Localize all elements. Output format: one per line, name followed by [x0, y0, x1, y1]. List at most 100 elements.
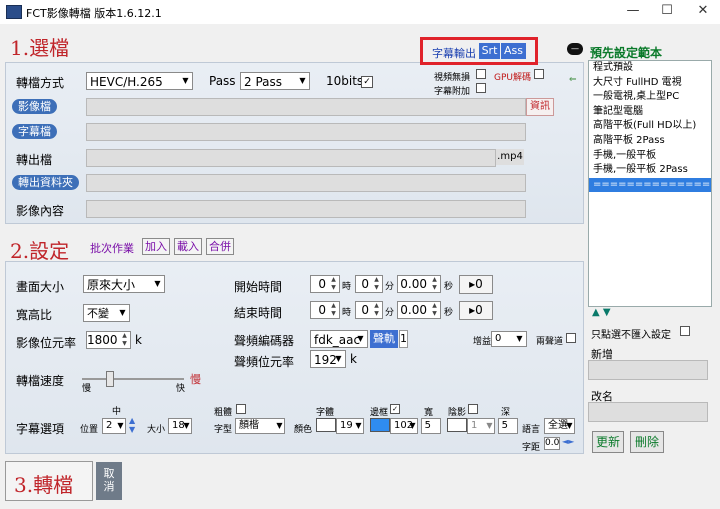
merge-button[interactable]: 合併 — [206, 238, 234, 255]
spacing-arrows-icon[interactable]: ◄► — [562, 437, 574, 446]
bits-checkbox[interactable]: ✓ — [361, 76, 373, 88]
only-not-import-checkbox[interactable] — [680, 326, 690, 336]
gain-select[interactable]: 0 ▼ — [491, 331, 527, 347]
chevron-down-icon: ▼ — [355, 421, 362, 430]
start-second[interactable]: 0.00 ▲ ▼ — [397, 275, 441, 293]
minimize-button[interactable]: — — [618, 3, 648, 21]
depth-spinner[interactable]: 5 — [498, 418, 518, 434]
end-reset-button[interactable]: ▸0 — [459, 301, 493, 320]
update-preset-button[interactable]: 更新 — [592, 431, 624, 453]
audio-codec-select[interactable]: fdk_aac ▼ — [310, 330, 368, 348]
preset-item[interactable]: 手機,一般平板 — [589, 149, 711, 164]
start-hour[interactable]: 0 ▲ ▼ — [310, 275, 340, 293]
subtitle-file-button[interactable]: 字幕檔 — [12, 124, 57, 139]
spinner-arrows-icon[interactable]: ▲ ▼ — [371, 302, 382, 318]
rename-preset-input[interactable] — [588, 402, 708, 422]
section2-title: 2.設定 — [10, 239, 70, 263]
end-minute[interactable]: 0 ▲ ▼ — [355, 301, 383, 319]
gpu-checkbox[interactable] — [534, 69, 544, 79]
color2-swatch[interactable] — [370, 418, 390, 432]
info-button[interactable]: 資訊 — [526, 98, 554, 116]
chevron-down-icon: ▼ — [182, 76, 189, 85]
presets-list[interactable]: 程式預設 大尺寸 FullHD 電視 一般電視,桌上型PC 筆記型電腦 高階平板… — [588, 60, 712, 307]
speed-fast: 快 — [176, 384, 186, 394]
format-select[interactable]: HEVC/H.265 ▼ — [86, 72, 193, 90]
video-lossless-checkbox[interactable] — [476, 69, 486, 79]
spinner-arrows-icon[interactable]: ▲ ▼ — [119, 332, 130, 348]
preset-item[interactable]: 高階平板(Full HD以上) — [589, 119, 711, 134]
width-spinner[interactable]: 5 — [421, 418, 441, 434]
start-minute[interactable]: 0 ▲ ▼ — [355, 275, 383, 293]
position-arrows-icon[interactable]: ▲ ▼ — [129, 416, 135, 434]
output-folder-button[interactable]: 轉出資料夾 — [12, 175, 79, 190]
preset-item[interactable]: 手機,一般平板 2Pass — [589, 163, 711, 178]
font-select[interactable]: 顏楷 ▼ — [235, 418, 285, 434]
spinner-arrows-icon[interactable]: ▲ ▼ — [429, 302, 440, 318]
pass-select[interactable]: 2 Pass ▼ — [240, 72, 310, 90]
color1-select[interactable]: 19 ▼ — [336, 418, 364, 434]
chat-icon: — — [567, 43, 583, 55]
spinner-arrows-icon[interactable]: ▲ ▼ — [328, 276, 339, 292]
color2-select[interactable]: 102 ▼ — [390, 418, 418, 434]
shadow-select[interactable]: 1 ▼ — [467, 418, 495, 434]
start-reset-button[interactable]: ▸0 — [459, 275, 493, 294]
preset-item[interactable]: 筆記型電腦 — [589, 105, 711, 120]
chevron-down-icon: ▼ — [516, 334, 523, 343]
ass-button[interactable]: Ass — [501, 43, 526, 59]
maximize-button[interactable]: ☐ — [652, 3, 682, 21]
spinner-arrows-icon[interactable]: ▲ ▼ — [328, 302, 339, 318]
audio-bitrate-label: 聲頻位元率 — [234, 355, 295, 369]
convert-button[interactable]: 3.轉檔 — [5, 461, 93, 501]
size-select[interactable]: 原來大小 ▼ — [83, 275, 165, 293]
spacing-spinner[interactable]: 0.0 — [544, 437, 560, 450]
chevron-down-icon: ▼ — [335, 354, 342, 363]
cancel-button[interactable]: 取消 — [96, 462, 122, 500]
shadow-checkbox[interactable] — [468, 404, 478, 414]
mid-label: 中 — [112, 407, 122, 417]
stereo-checkbox[interactable] — [566, 333, 576, 343]
position-select[interactable]: 2 ▼ — [102, 418, 126, 434]
chevron-down-icon: ▼ — [276, 421, 283, 430]
move-arrows-icon[interactable]: ▲ ▼ — [592, 307, 611, 318]
swap-arrows-icon[interactable]: ⇐ — [569, 75, 577, 85]
srt-button[interactable]: Srt — [479, 43, 500, 59]
end-second[interactable]: 0.00 ▲ ▼ — [397, 301, 441, 319]
video-file-button[interactable]: 影像檔 — [12, 99, 57, 114]
output-file-input[interactable] — [86, 149, 496, 167]
size-label: 畫面大小 — [16, 280, 65, 294]
shadow-swatch[interactable] — [447, 418, 467, 432]
load-button[interactable]: 載入 — [174, 238, 202, 255]
subtitle-file-input[interactable] — [86, 123, 526, 141]
preset-item[interactable]: 大尺寸 FullHD 電視 — [589, 76, 711, 91]
end-hour[interactable]: 0 ▲ ▼ — [310, 301, 340, 319]
border-checkbox[interactable]: ✓ — [390, 404, 400, 414]
video-file-input[interactable] — [86, 98, 526, 116]
add-button[interactable]: 加入 — [142, 238, 170, 255]
subtitle-output-label: 字幕輸出 — [432, 47, 476, 60]
aspect-select[interactable]: 不變 ▼ — [83, 304, 130, 322]
lang-select[interactable]: 全選 ▼ — [544, 418, 575, 434]
add-preset-input[interactable] — [588, 360, 708, 380]
preset-item-selected[interactable]: ============== — [589, 177, 711, 193]
color1-swatch[interactable] — [316, 418, 336, 432]
speed-slider-thumb[interactable] — [106, 371, 114, 387]
output-folder-input[interactable] — [86, 174, 526, 192]
position-label: 位置 — [80, 425, 99, 435]
size2-label: 大小 — [147, 425, 166, 435]
close-button[interactable]: ✕ — [688, 3, 718, 21]
size2-select[interactable]: 18 ▼ — [168, 418, 192, 434]
audio-bitrate-select[interactable]: 192 ▼ — [310, 350, 346, 368]
bitrate-unit: k — [135, 333, 142, 347]
bitrate-spinner[interactable]: 1800 ▲ ▼ — [86, 331, 131, 349]
channel-button[interactable]: 聲軌 — [370, 330, 398, 348]
spinner-arrows-icon[interactable]: ▲ ▼ — [371, 276, 382, 292]
preset-item[interactable]: 一般電視,桌上型PC — [589, 90, 711, 105]
delete-preset-button[interactable]: 刪除 — [630, 431, 664, 453]
aspect-value: 不變 — [87, 307, 109, 320]
speed-slider-track[interactable] — [82, 378, 184, 380]
preset-item[interactable]: 高階平板 2Pass — [589, 134, 711, 149]
bold-checkbox[interactable] — [236, 404, 246, 414]
preset-item[interactable]: 程式預設 — [589, 61, 711, 76]
spinner-arrows-icon[interactable]: ▲ ▼ — [429, 276, 440, 292]
subtitle-attach-checkbox[interactable] — [476, 83, 486, 93]
